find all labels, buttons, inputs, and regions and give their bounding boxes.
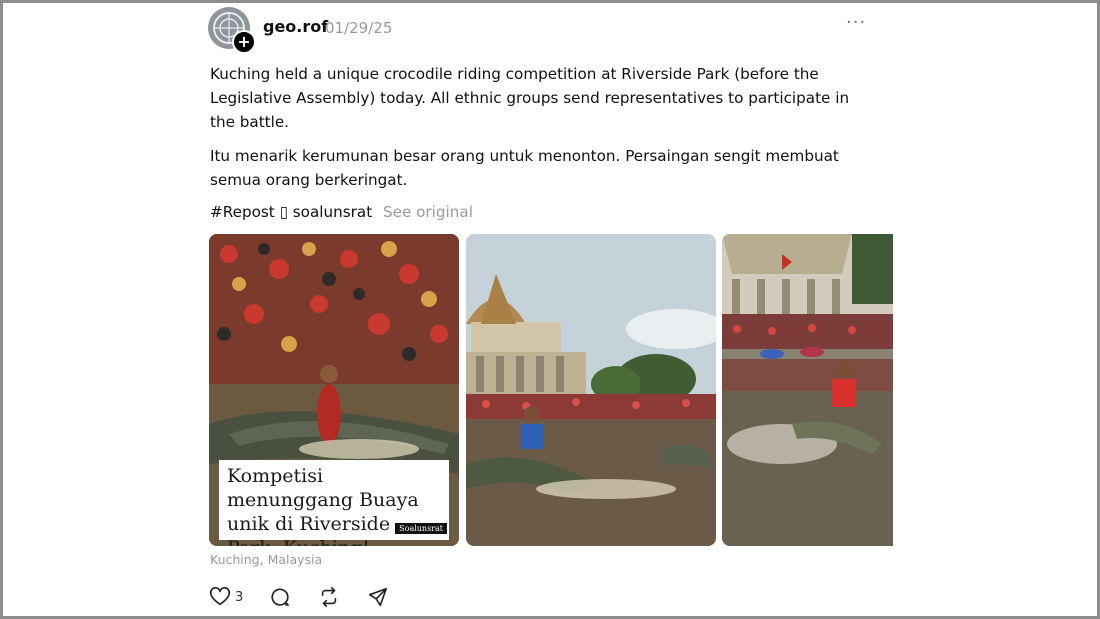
comment-icon [271, 588, 289, 607]
repost-tag[interactable]: #Repost ▯ soalunsrat [210, 203, 372, 221]
post-text-malay: Itu menarik kerumunan besar orang untuk … [210, 147, 839, 189]
post-date: 01/29/25 [325, 19, 393, 37]
image-brand-label: Soalunsrat [395, 523, 447, 534]
more-dots-icon[interactable]: ··· [846, 14, 866, 37]
post-image-2[interactable] [466, 234, 716, 546]
share-button[interactable] [367, 586, 389, 608]
repost-button[interactable] [318, 586, 340, 608]
repost-icon [321, 587, 337, 607]
follow-plus-icon[interactable]: + [232, 30, 256, 54]
like-button[interactable]: 3 [209, 586, 243, 608]
tags-line: #Repost ▯ soalunsrat See original [210, 203, 473, 221]
location-label[interactable]: Kuching, Malaysia [210, 552, 322, 567]
post-image-3[interactable] [722, 234, 893, 546]
river-race-photo-2 [722, 234, 893, 546]
reply-button[interactable] [269, 586, 291, 608]
send-icon [368, 587, 388, 607]
like-count: 3 [235, 589, 244, 605]
heart-icon [209, 586, 231, 606]
username[interactable]: geo.rof [263, 17, 328, 36]
see-original-link[interactable]: See original [383, 203, 473, 221]
river-race-photo [466, 234, 716, 546]
post-text-english: Kuching held a unique crocodile riding c… [210, 65, 850, 131]
post-image-1[interactable]: Kompetisi menunggang Buaya unik di River… [209, 234, 459, 546]
